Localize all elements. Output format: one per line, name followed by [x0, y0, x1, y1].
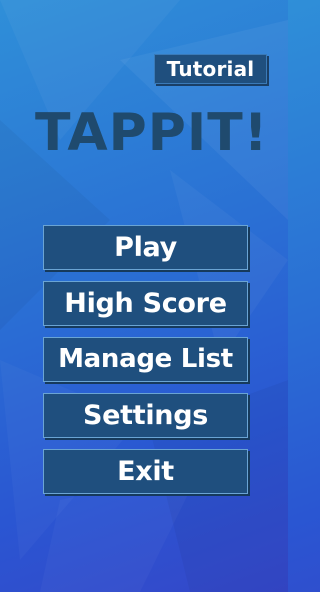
manage-list-button[interactable]: Manage List: [44, 338, 247, 381]
exit-button[interactable]: Exit: [44, 450, 247, 493]
settings-button[interactable]: Settings: [44, 394, 247, 437]
high-score-button[interactable]: High Score: [44, 282, 247, 325]
play-button[interactable]: Play: [44, 226, 247, 269]
app-title: TAPPIT!: [35, 103, 269, 163]
main-menu: Play High Score Manage List Settings Exi…: [44, 226, 248, 506]
tutorial-button[interactable]: Tutorial: [154, 54, 267, 84]
